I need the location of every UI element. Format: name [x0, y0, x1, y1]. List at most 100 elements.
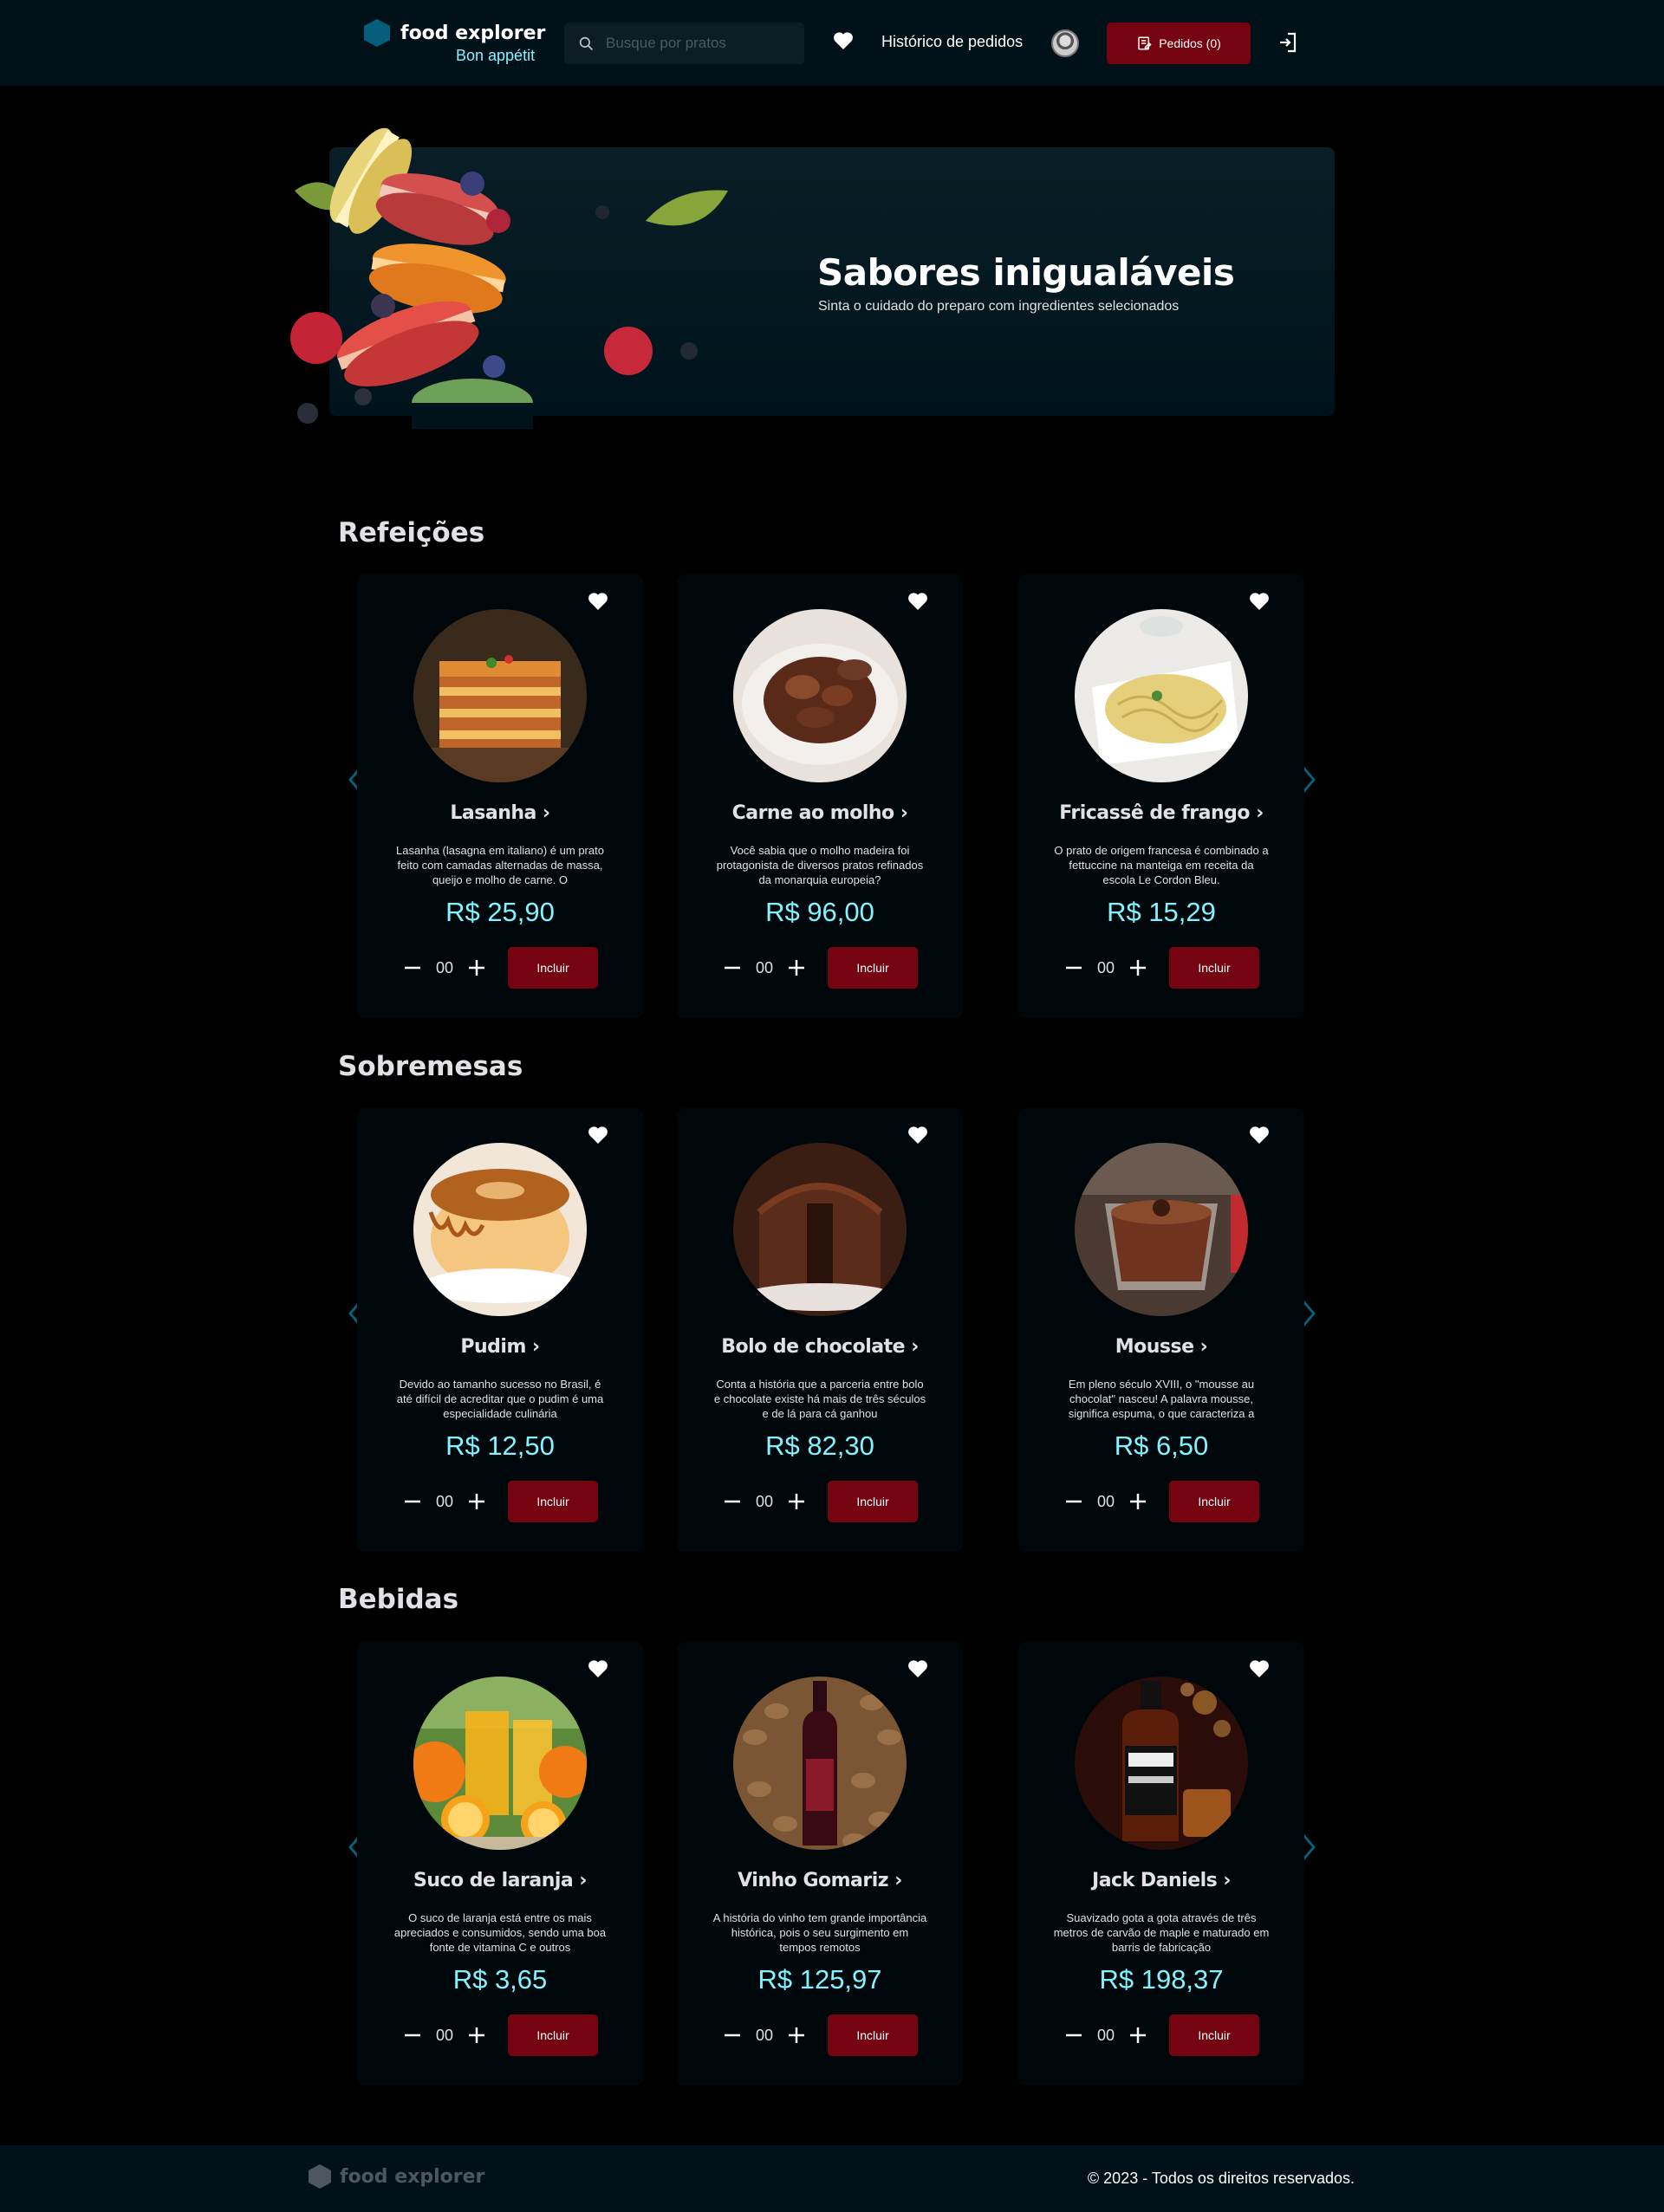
minus-icon[interactable] [402, 2025, 423, 2046]
dish-description: A história do vinho tem grande importânc… [712, 1911, 927, 1954]
favorite-heart-icon[interactable] [907, 592, 928, 615]
minus-icon[interactable] [402, 1491, 423, 1512]
dish-name[interactable]: Lasanha › [357, 802, 643, 824]
dish-name[interactable]: Mousse › [1018, 1336, 1304, 1358]
dish-card[interactable]: Suco de laranja › O suco de laranja está… [357, 1642, 643, 2086]
dish-name[interactable]: Pudim › [357, 1336, 643, 1358]
quantity-value: 00 [435, 1492, 454, 1510]
dish-price: R$ 25,90 [445, 897, 555, 927]
include-button[interactable]: Incluir [508, 947, 598, 989]
plus-icon[interactable] [466, 1491, 487, 1512]
favorite-heart-icon[interactable] [1249, 1659, 1270, 1683]
dish-price: R$ 15,29 [1107, 897, 1216, 927]
wine-bottle-photo[interactable] [733, 1677, 907, 1850]
include-button[interactable]: Incluir [1169, 1481, 1259, 1522]
lasagna-photo[interactable] [413, 609, 587, 782]
section-title-drinks: Bebidas [338, 1584, 459, 1615]
user-avatar[interactable] [1051, 29, 1079, 57]
plus-icon[interactable] [1128, 957, 1148, 978]
copyright-text: © 2023 - Todos os direitos reservados. [1087, 2170, 1355, 2187]
pudding-photo[interactable] [413, 1143, 587, 1316]
dish-card[interactable]: Bolo de chocolate › Conta a história que… [677, 1108, 963, 1552]
plus-icon[interactable] [786, 1491, 807, 1512]
receipt-icon [1138, 36, 1152, 50]
dish-name[interactable]: Suco de laranja › [357, 1870, 643, 1891]
search-input[interactable] [606, 35, 779, 52]
dish-card[interactable]: Lasanha › Lasanha (lasagna em italiano) … [357, 574, 643, 1018]
plus-icon[interactable] [786, 2025, 807, 2046]
dish-name[interactable]: Carne ao molho › [677, 802, 963, 824]
favorite-heart-icon[interactable] [1249, 1125, 1270, 1149]
dish-description: O prato de origem francesa é combinado a… [1054, 844, 1269, 886]
minus-icon[interactable] [722, 957, 743, 978]
macarons-illustration [290, 127, 728, 429]
dish-card[interactable]: Pudim › Devido ao tamanho sucesso no Bra… [357, 1108, 643, 1552]
quantity-stepper: 00 Incluir [357, 1481, 643, 1522]
quantity-stepper: 00 Incluir [677, 2014, 963, 2056]
hexagon-logo-icon [364, 19, 390, 47]
plus-icon[interactable] [1128, 1491, 1148, 1512]
favorite-heart-icon[interactable] [1249, 592, 1270, 615]
favorite-heart-icon[interactable] [588, 592, 608, 615]
minus-icon[interactable] [1063, 957, 1084, 978]
quantity-stepper: 00 Incluir [677, 947, 963, 989]
search-bar[interactable] [564, 23, 804, 64]
dish-name-text: Pudim [460, 1336, 526, 1358]
brand-logo[interactable]: food explorer [364, 19, 545, 47]
sign-out-icon[interactable] [1277, 31, 1298, 58]
plus-icon[interactable] [1128, 2025, 1148, 2046]
dish-card[interactable]: Vinho Gomariz › A história do vinho tem … [677, 1642, 963, 2086]
include-button[interactable]: Incluir [828, 2014, 918, 2056]
meat-sauce-photo[interactable] [733, 609, 907, 782]
dish-card[interactable]: Carne ao molho › Você sabia que o molho … [677, 574, 963, 1018]
dish-price: R$ 125,97 [757, 1964, 882, 1995]
minus-icon[interactable] [722, 2025, 743, 2046]
dish-name[interactable]: Fricassê de frango › [1018, 802, 1304, 824]
minus-icon[interactable] [722, 1491, 743, 1512]
dish-card[interactable]: Fricassê de frango › O prato de origem f… [1018, 574, 1304, 1018]
include-button[interactable]: Incluir [828, 1481, 918, 1522]
plus-icon[interactable] [786, 957, 807, 978]
brand-tagline: Bon appétit [456, 47, 536, 64]
orders-label: Pedidos (0) [1159, 36, 1221, 50]
favorites-heart-icon[interactable] [833, 31, 854, 55]
minus-icon[interactable] [402, 957, 423, 978]
dish-name[interactable]: Jack Daniels › [1018, 1870, 1304, 1891]
plus-icon[interactable] [466, 957, 487, 978]
dish-description: Conta a história que a parceria entre bo… [713, 1378, 926, 1420]
dish-name[interactable]: Bolo de chocolate › [677, 1336, 963, 1358]
mousse-photo[interactable] [1075, 1143, 1248, 1316]
header: food explorer Bon appétit Histórico de p… [0, 0, 1664, 86]
dish-name[interactable]: Vinho Gomariz › [677, 1870, 963, 1891]
include-button[interactable]: Incluir [1169, 947, 1259, 989]
quantity-value: 00 [1096, 2026, 1115, 2044]
order-history-link[interactable]: Histórico de pedidos [881, 33, 1023, 51]
include-button[interactable]: Incluir [508, 2014, 598, 2056]
include-button[interactable]: Incluir [1169, 2014, 1259, 2056]
chocolate-cake-photo[interactable] [733, 1143, 907, 1316]
dish-price: R$ 6,50 [1114, 1430, 1209, 1461]
whiskey-bottle-photo[interactable] [1075, 1677, 1248, 1850]
pasta-photo[interactable] [1075, 609, 1248, 782]
brand-name: food explorer [400, 22, 546, 44]
dish-card[interactable]: Jack Daniels › Suavizado gota a gota atr… [1018, 1642, 1304, 2086]
orange-juice-photo[interactable] [413, 1677, 587, 1850]
favorite-heart-icon[interactable] [588, 1125, 608, 1149]
quantity-value: 00 [1096, 958, 1115, 976]
favorite-heart-icon[interactable] [588, 1659, 608, 1683]
dish-description: O suco de laranja está entre os mais apr… [393, 1911, 607, 1954]
plus-icon[interactable] [466, 2025, 487, 2046]
favorite-heart-icon[interactable] [907, 1659, 928, 1683]
favorite-heart-icon[interactable] [907, 1125, 928, 1149]
include-button[interactable]: Incluir [828, 947, 918, 989]
include-button[interactable]: Incluir [508, 1481, 598, 1522]
dish-card[interactable]: Mousse › Em pleno século XVIII, o "mouss… [1018, 1108, 1304, 1552]
dish-name-text: Suco de laranja [413, 1870, 574, 1891]
minus-icon[interactable] [1063, 1491, 1084, 1512]
quantity-value: 00 [435, 958, 454, 976]
minus-icon[interactable] [1063, 2025, 1084, 2046]
orders-button[interactable]: Pedidos (0) [1107, 23, 1251, 64]
banner-subtitle: Sinta o cuidado do preparo com ingredien… [818, 299, 1180, 314]
quantity-stepper: 00 Incluir [1018, 2014, 1304, 2056]
dish-name-text: Vinho Gomariz [738, 1870, 889, 1891]
